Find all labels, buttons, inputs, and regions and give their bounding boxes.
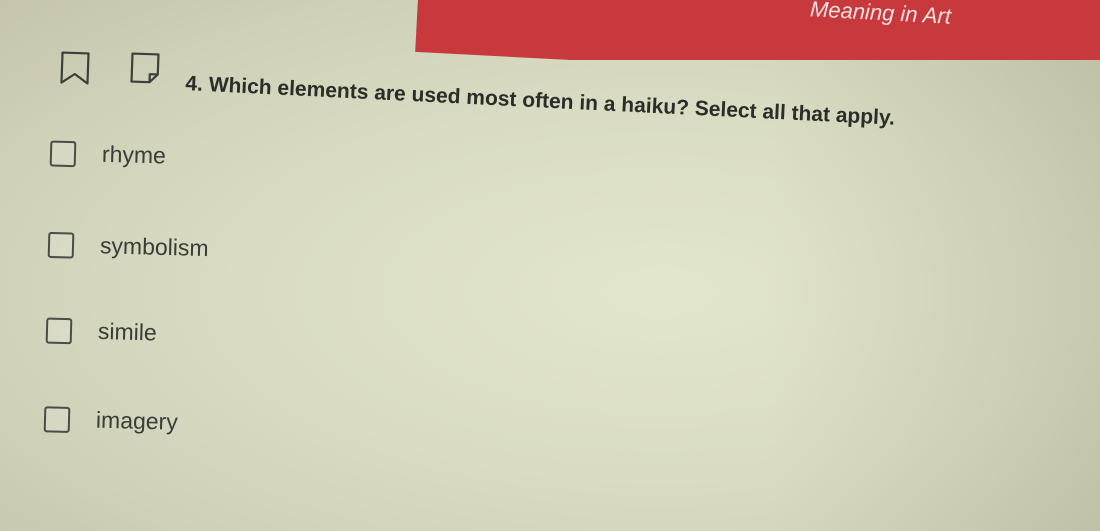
option-label: rhyme bbox=[101, 140, 167, 169]
option-rhyme[interactable]: rhyme bbox=[49, 139, 167, 169]
option-label: symbolism bbox=[99, 232, 209, 262]
note-icon-graphic bbox=[130, 52, 160, 84]
checkbox-simile[interactable] bbox=[45, 317, 73, 344]
option-label: imagery bbox=[95, 406, 179, 435]
checkbox-rhyme[interactable] bbox=[49, 139, 77, 167]
checkbox-symbolism[interactable] bbox=[47, 231, 75, 259]
bookmark-icon-graphic bbox=[60, 51, 90, 85]
lesson-header-bar: Meaning in Art bbox=[0, 0, 1100, 60]
screen-glare bbox=[0, 0, 1100, 531]
question-prompt: 4. Which elements are used most often in… bbox=[184, 72, 896, 130]
bookmark-icon[interactable] bbox=[57, 49, 92, 86]
option-simile[interactable]: simile bbox=[45, 317, 158, 347]
option-label: simile bbox=[97, 317, 158, 346]
option-symbolism[interactable]: symbolism bbox=[47, 231, 209, 262]
header-band bbox=[415, 0, 1100, 60]
note-icon[interactable] bbox=[127, 49, 162, 86]
checkbox-imagery[interactable] bbox=[43, 405, 71, 433]
option-imagery[interactable]: imagery bbox=[43, 405, 179, 435]
